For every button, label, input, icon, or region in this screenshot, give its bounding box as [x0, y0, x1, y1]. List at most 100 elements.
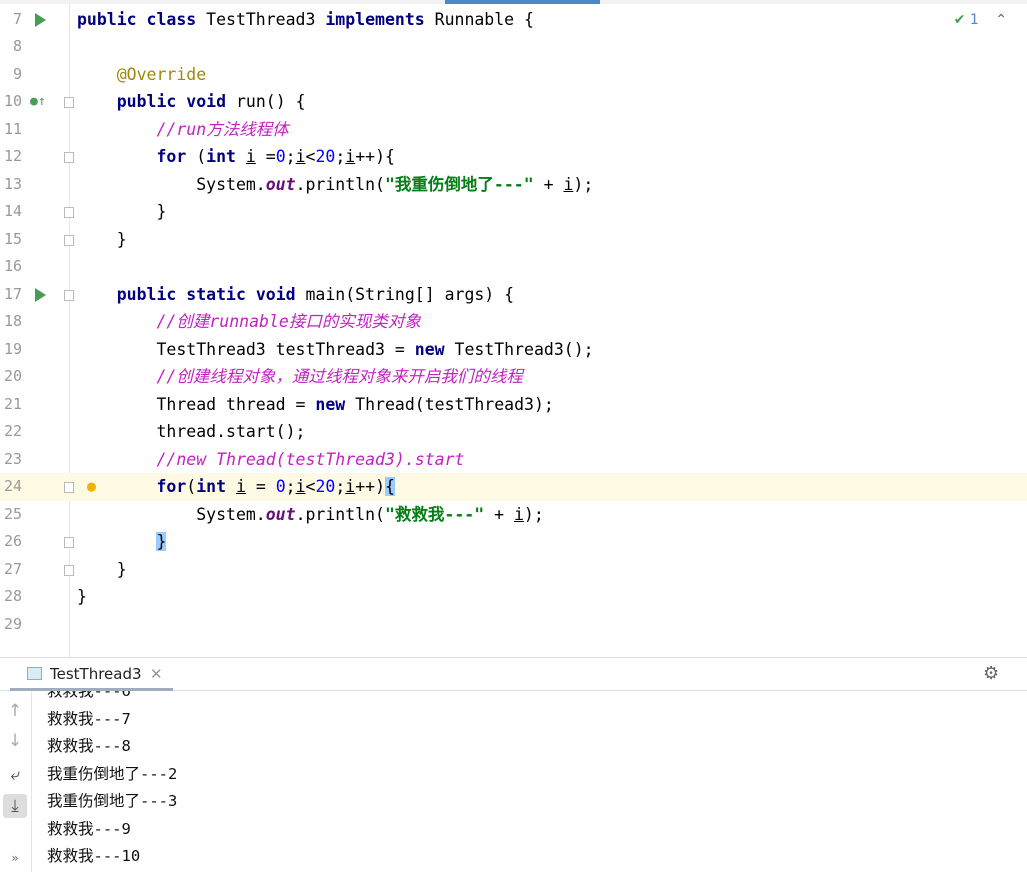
fold-marker-icon[interactable]: [64, 564, 74, 576]
code-token: <: [305, 147, 316, 166]
inspection-widget[interactable]: ✔ 1 ⌃: [954, 12, 1007, 28]
console-line: 救救我---6: [47, 691, 131, 700]
code-token: i: [295, 477, 306, 496]
code-line[interactable]: 24 ● for(int i = 0;i<20;i++){: [0, 473, 1027, 501]
code-token: out: [265, 174, 296, 194]
line-number: 21: [3, 394, 22, 413]
code-line[interactable]: 14 }: [0, 198, 1027, 226]
code-text: }: [77, 528, 167, 556]
fold-marker-icon[interactable]: [64, 234, 74, 246]
code-line[interactable]: 20 //创建线程对象，通过线程对象来开启我们的线程: [0, 363, 1027, 391]
code-line[interactable]: 27 }: [0, 556, 1027, 584]
code-line[interactable]: 18 //创建runnable接口的实现类对象: [0, 308, 1027, 336]
code-token: i: [235, 477, 246, 496]
code-token: }: [77, 559, 127, 579]
code-line[interactable]: 17 public static void main(String[] args…: [0, 281, 1027, 309]
fold-marker-icon[interactable]: [64, 207, 74, 218]
code-text: public static void main(String[] args) {: [77, 281, 514, 309]
code-line[interactable]: 21 Thread thread = new Thread(testThread…: [0, 391, 1027, 419]
code-text: }: [77, 556, 127, 584]
implements-method-icon[interactable]: ●↑: [30, 88, 46, 116]
code-token: 20: [315, 147, 336, 166]
fold-marker-icon[interactable]: [64, 537, 74, 548]
code-line[interactable]: 11 //run方法线程体: [0, 116, 1027, 144]
code-token: //run方法线程体: [156, 119, 289, 139]
tab-testthread3[interactable]: TestThread3 ✕: [10, 658, 173, 691]
code-token: }: [77, 229, 127, 249]
code-token: }: [156, 532, 167, 551]
code-token: Runnable {: [434, 9, 534, 29]
code-token: (: [186, 477, 197, 496]
code-token: out: [265, 504, 296, 524]
chevron-up-icon[interactable]: ⌃: [995, 12, 1007, 28]
code-line[interactable]: 9 @Override: [0, 61, 1027, 89]
console-output[interactable]: 救救我---6 救救我---7 救救我---8 我重伤倒地了---2 我重伤倒地了---…: [47, 691, 1017, 872]
run-console: TestThread3 ✕ ⚙ ↑ ↓ ⤶ ⤓ » 救救我---6 救救我---7 救…: [0, 657, 1027, 872]
fold-marker-icon[interactable]: [64, 289, 74, 301]
code-text: //new Thread(testThread3).start: [77, 446, 464, 474]
line-number: 18: [3, 312, 22, 330]
line-number: 27: [3, 559, 22, 578]
code-line[interactable]: 8: [0, 33, 1027, 61]
code-line[interactable]: 26 }: [0, 528, 1027, 556]
code-line[interactable]: 25 System.out.println("救救我---" + i);: [0, 501, 1027, 529]
code-editor[interactable]: 7 public class TestThread3 implements Run…: [0, 4, 1027, 657]
code-line[interactable]: 10 ●↑ public void run() {: [0, 88, 1027, 116]
code-token: thread.start();: [77, 422, 306, 441]
scroll-to-end-icon[interactable]: ⤓: [3, 794, 27, 818]
code-token: TestThread3 testThread3 =: [77, 339, 415, 359]
code-line[interactable]: 15 }: [0, 226, 1027, 254]
line-number: 8: [12, 37, 22, 55]
soft-wrap-icon[interactable]: ⤶: [3, 763, 27, 787]
code-token: ;: [335, 147, 346, 166]
console-line: 救救我---9: [47, 819, 131, 838]
code-line[interactable]: 13 System.out.println("我重伤倒地了---" + i);: [0, 171, 1027, 199]
line-number: 23: [3, 449, 22, 468]
code-text: System.out.println("救救我---" + i);: [77, 501, 544, 529]
code-text: //创建线程对象，通过线程对象来开启我们的线程: [77, 363, 522, 391]
code-token: int: [196, 477, 236, 496]
code-line[interactable]: 29: [0, 611, 1027, 639]
console-icon: [27, 667, 42, 680]
more-icon[interactable]: »: [3, 846, 27, 870]
code-token: );: [573, 174, 594, 194]
close-icon[interactable]: ✕: [150, 658, 163, 691]
code-token: .println(: [295, 504, 385, 524]
console-line: 我重伤倒地了---3: [47, 792, 178, 810]
code-token: new: [414, 339, 455, 359]
code-token: 20: [315, 477, 336, 496]
code-line[interactable]: 7 public class TestThread3 implements Run…: [0, 6, 1027, 34]
code-token: ;: [285, 477, 296, 496]
code-token: =: [245, 477, 276, 496]
code-line[interactable]: 22 thread.start();: [0, 418, 1027, 446]
code-line[interactable]: 23 //new Thread(testThread3).start: [0, 446, 1027, 474]
code-line[interactable]: 12 for (int i =0;i<20;i++){: [0, 143, 1027, 171]
line-number: 13: [3, 174, 22, 193]
line-number: 17: [3, 284, 22, 303]
code-line[interactable]: 19 TestThread3 testThread3 = new TestThr…: [0, 336, 1027, 364]
line-number: 28: [3, 587, 22, 605]
arrow-down-icon[interactable]: ↓: [3, 729, 27, 753]
code-token: public static void: [116, 284, 306, 304]
run-icon[interactable]: [35, 287, 46, 302]
line-number: 9: [12, 64, 22, 83]
fold-marker-icon[interactable]: [64, 152, 74, 163]
console-line: 救救我---7: [47, 709, 131, 728]
code-line[interactable]: 16: [0, 253, 1027, 281]
line-number: 19: [3, 339, 22, 358]
code-token: //创建runnable接口的实现类对象: [156, 312, 421, 331]
code-token: TestThread3();: [454, 339, 594, 359]
run-icon[interactable]: [35, 12, 46, 27]
gear-icon[interactable]: ⚙: [983, 663, 999, 684]
fold-marker-icon[interactable]: [64, 97, 74, 108]
code-token: ;: [285, 147, 296, 166]
arrow-up-icon[interactable]: ↑: [3, 699, 27, 723]
code-line[interactable]: 28}: [0, 583, 1027, 611]
fold-marker-icon[interactable]: [64, 482, 74, 493]
